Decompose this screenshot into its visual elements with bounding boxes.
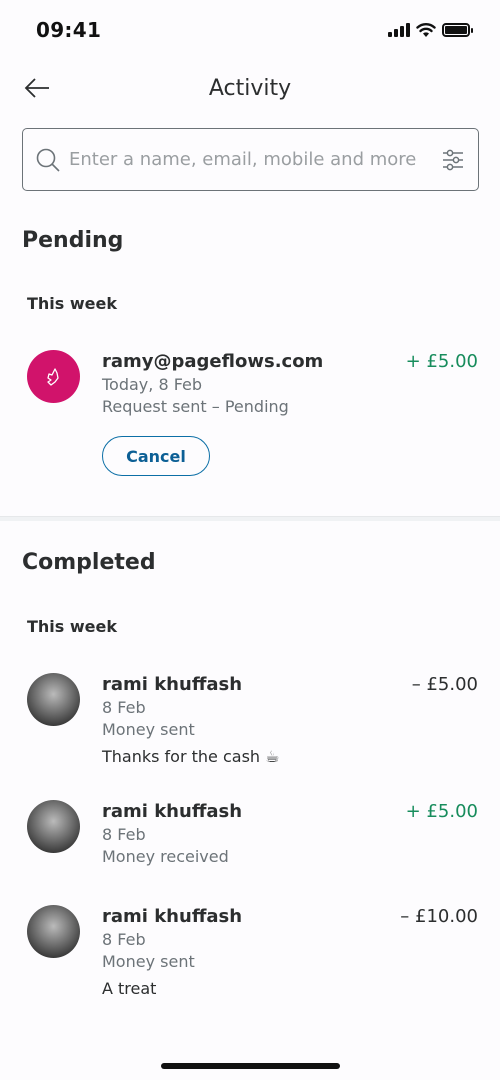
pending-section-title: Pending [22, 228, 124, 253]
home-indicator [161, 1063, 340, 1069]
transaction-status: Money sent [102, 720, 195, 739]
wifi-icon [416, 23, 436, 37]
transaction-amount: + £5.00 [405, 801, 478, 822]
transaction-name: rami khuffash [102, 674, 243, 695]
transaction-amount: + £5.00 [405, 351, 478, 372]
avatar [27, 673, 80, 726]
search-box[interactable] [22, 128, 479, 191]
signal-icon [388, 23, 410, 37]
cancel-button[interactable]: Cancel [102, 436, 210, 476]
transaction-note: Thanks for the cash ☕ [102, 747, 280, 766]
header: Activity [0, 64, 500, 114]
search-input[interactable] [69, 149, 440, 170]
transaction-status: Money received [102, 847, 229, 866]
completed-group-label: This week [27, 617, 118, 636]
transaction-note: A treat [102, 979, 157, 998]
transaction-amount: – £10.00 [400, 906, 478, 927]
transaction-amount: – £5.00 [411, 674, 478, 695]
search-icon [36, 148, 60, 172]
filter-sliders-icon[interactable] [440, 147, 466, 173]
status-icons [388, 22, 473, 38]
status-bar: 09:41 [0, 0, 500, 60]
transaction-date: 8 Feb [102, 698, 146, 717]
transaction-name: rami khuffash [102, 801, 243, 822]
section-divider [0, 516, 500, 521]
avatar [27, 350, 80, 403]
transaction-name: ramy@pageflows.com [102, 351, 324, 372]
transaction-status: Money sent [102, 952, 195, 971]
transaction-date: 8 Feb [102, 930, 146, 949]
brand-logo-icon [46, 367, 59, 386]
transaction-name: rami khuffash [102, 906, 243, 927]
avatar [27, 800, 80, 853]
transaction-date: 8 Feb [102, 825, 146, 844]
pending-group-label: This week [27, 294, 118, 313]
transaction-status: Request sent – Pending [102, 397, 289, 416]
page-title: Activity [208, 76, 292, 101]
avatar [27, 905, 80, 958]
transaction-details: rami khuffash 8 Feb Money sent A treat [102, 905, 242, 1000]
completed-section-title: Completed [22, 550, 156, 575]
transaction-date: Today, 8 Feb [102, 375, 203, 394]
status-time: 09:41 [36, 18, 102, 42]
transaction-details: rami khuffash 8 Feb Money sent Thanks fo… [102, 673, 279, 768]
transaction-details: ramy@pageflows.com Today, 8 Feb Request … [102, 350, 323, 476]
transaction-details: rami khuffash 8 Feb Money received [102, 800, 242, 868]
battery-icon [442, 23, 473, 37]
